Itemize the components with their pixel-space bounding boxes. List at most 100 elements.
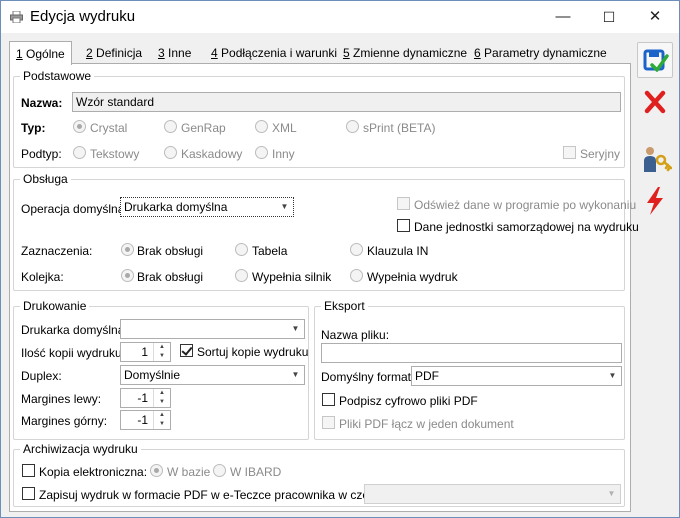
zapisuj-combo[interactable]: ▼ bbox=[364, 484, 621, 504]
podtyp-radio-tekstowy[interactable] bbox=[73, 146, 86, 159]
sortuj-checkbox[interactable] bbox=[180, 344, 193, 357]
title-bar: Edycja wydruku — ☐ ✕ bbox=[1, 1, 679, 33]
seryjny-label: Seryjny bbox=[580, 147, 621, 161]
kolejka-radio-silnik[interactable] bbox=[235, 269, 248, 282]
tab-definicja[interactable]: 2 Definicja bbox=[86, 45, 142, 63]
typ-radio-xml[interactable] bbox=[255, 120, 268, 133]
chevron-down-icon[interactable]: ▼ bbox=[287, 320, 304, 338]
podtyp-option-label: Tekstowy bbox=[90, 147, 140, 161]
kopia-label: Kopia elektroniczna: bbox=[39, 465, 148, 479]
duplex-combo[interactable]: Domyślnie ▼ bbox=[120, 365, 305, 385]
pliki-lacz-label: Pliki PDF łącz w jeden dokument bbox=[339, 417, 514, 431]
zaznaczenia-radio-tabela[interactable] bbox=[235, 243, 248, 256]
zaznaczenia-option-label: Tabela bbox=[252, 244, 288, 258]
zaznaczenia-radio-klauzula[interactable] bbox=[350, 243, 363, 256]
typ-radio-crystal[interactable] bbox=[73, 120, 86, 133]
spin-down-icon[interactable]: ▼ bbox=[153, 420, 170, 429]
typ-radio-genrap[interactable] bbox=[164, 120, 177, 133]
zaznaczenia-radio-brak[interactable] bbox=[121, 243, 134, 256]
user-permissions-button[interactable] bbox=[637, 141, 673, 177]
lightning-icon bbox=[647, 187, 663, 215]
operacja-combo[interactable]: Drukarka domyślna ▼ bbox=[120, 197, 294, 217]
kopia-option-label: W bazie bbox=[167, 465, 211, 479]
spin-down-icon[interactable]: ▼ bbox=[153, 352, 170, 361]
kolejka-radio-brak[interactable] bbox=[121, 269, 134, 282]
ilosc-stepper[interactable]: 1 ▲ ▼ bbox=[120, 342, 171, 362]
group-podstawowe: Podstawowe Nazwa: Wzór standard Typ: Cry… bbox=[13, 69, 625, 168]
zaznaczenia-option-label: Brak obsługi bbox=[137, 244, 204, 258]
ilosc-label: Ilość kopii wydruku: bbox=[21, 346, 126, 360]
typ-radio-sprint[interactable] bbox=[346, 120, 359, 133]
kopia-radio-baza[interactable] bbox=[150, 464, 163, 477]
podtyp-option-label: Kaskadowy bbox=[181, 147, 243, 161]
odswiez-label: Odśwież dane w programie po wykonaniu bbox=[414, 198, 637, 212]
seryjny-checkbox[interactable] bbox=[563, 146, 576, 159]
key-user-icon bbox=[644, 147, 673, 172]
ilosc-value: 1 bbox=[141, 345, 148, 359]
group-title: Drukowanie bbox=[20, 299, 90, 313]
kopia-checkbox[interactable] bbox=[22, 464, 35, 477]
minimize-button[interactable]: — bbox=[540, 1, 586, 33]
printer-icon bbox=[10, 11, 23, 23]
duplex-value: Domyślnie bbox=[124, 368, 181, 382]
save-icon bbox=[643, 49, 669, 72]
spin-up-icon[interactable]: ▲ bbox=[153, 389, 170, 398]
close-button[interactable]: ✕ bbox=[632, 1, 678, 33]
maximize-button[interactable]: ☐ bbox=[586, 1, 632, 33]
nazwa-pliku-input[interactable] bbox=[321, 343, 622, 363]
tab-inne[interactable]: 3 Inne bbox=[158, 45, 191, 63]
zaznaczenia-option-label: Klauzula IN bbox=[367, 244, 429, 258]
drukarka-combo[interactable]: ▼ bbox=[120, 319, 305, 339]
print-edit-window: Edycja wydruku — ☐ ✕ 1 Ogólne 2 Definicj… bbox=[0, 0, 680, 518]
kolejka-radio-wydruk[interactable] bbox=[350, 269, 363, 282]
kolejka-option-label: Brak obsługi bbox=[137, 270, 204, 284]
margines-lewy-stepper[interactable]: -1 ▲ ▼ bbox=[120, 388, 171, 408]
typ-option-label: GenRap bbox=[181, 121, 226, 135]
margines-gorny-value: -1 bbox=[137, 413, 148, 427]
margines-gorny-stepper[interactable]: -1 ▲ ▼ bbox=[120, 410, 171, 430]
tab-parametry[interactable]: 6 Parametry dynamiczne bbox=[474, 45, 607, 63]
chevron-down-icon[interactable]: ▼ bbox=[287, 366, 304, 384]
pliki-lacz-checkbox[interactable] bbox=[322, 416, 335, 429]
tab-strip: 1 Ogólne 2 Definicja 3 Inne 4 Podłączeni… bbox=[9, 41, 631, 65]
dane-jst-label: Dane jednostki samorządowej na wydruku bbox=[414, 220, 639, 234]
margines-lewy-label: Margines lewy: bbox=[21, 392, 102, 406]
cancel-icon bbox=[644, 90, 666, 114]
tab-zmienne[interactable]: 5 Zmienne dynamiczne bbox=[343, 45, 467, 63]
podtyp-option-label: Inny bbox=[272, 147, 295, 161]
dane-jst-checkbox[interactable] bbox=[397, 219, 410, 232]
spin-up-icon[interactable]: ▲ bbox=[153, 411, 170, 420]
duplex-label: Duplex: bbox=[21, 369, 62, 383]
chevron-down-icon[interactable]: ▼ bbox=[603, 485, 620, 503]
spin-up-icon[interactable]: ▲ bbox=[153, 343, 170, 352]
group-archiwizacja: Archiwizacja wydruku Kopia elektroniczna… bbox=[13, 442, 625, 507]
group-title: Podstawowe bbox=[20, 69, 95, 83]
podtyp-radio-inny[interactable] bbox=[255, 146, 268, 159]
zapisuj-checkbox[interactable] bbox=[22, 487, 35, 500]
chevron-down-icon[interactable]: ▼ bbox=[276, 198, 293, 216]
run-button[interactable] bbox=[637, 183, 673, 219]
nazwa-label: Nazwa: bbox=[21, 96, 63, 110]
chevron-down-icon[interactable]: ▼ bbox=[604, 367, 621, 385]
tab-ogolne[interactable]: 1 Ogólne bbox=[9, 41, 72, 65]
group-eksport: Eksport Nazwa pliku: Domyślny format: PD… bbox=[314, 299, 625, 440]
nazwa-pliku-label: Nazwa pliku: bbox=[321, 328, 390, 342]
cancel-button[interactable] bbox=[637, 84, 673, 120]
group-title: Archiwizacja wydruku bbox=[20, 442, 141, 456]
format-combo[interactable]: PDF ▼ bbox=[411, 366, 622, 386]
nazwa-input[interactable]: Wzór standard bbox=[72, 92, 621, 112]
format-value: PDF bbox=[415, 369, 439, 383]
group-title: Eksport bbox=[321, 299, 368, 313]
kopia-option-label: W IBARD bbox=[230, 465, 282, 479]
sortuj-label: Sortuj kopie wydruku bbox=[197, 345, 309, 359]
podpisz-checkbox[interactable] bbox=[322, 393, 335, 406]
margines-gorny-label: Margines górny: bbox=[21, 414, 108, 428]
tab-podlaczenia[interactable]: 4 Podłączenia i warunki bbox=[211, 45, 337, 63]
spin-down-icon[interactable]: ▼ bbox=[153, 398, 170, 407]
kopia-radio-ibard[interactable] bbox=[213, 464, 226, 477]
kolejka-option-label: Wypełnia wydruk bbox=[367, 270, 458, 284]
drukarka-label: Drukarka domyślna: bbox=[21, 323, 128, 337]
save-button[interactable] bbox=[637, 42, 673, 78]
odswiez-checkbox[interactable] bbox=[397, 197, 410, 210]
podtyp-radio-kaskadowy[interactable] bbox=[164, 146, 177, 159]
